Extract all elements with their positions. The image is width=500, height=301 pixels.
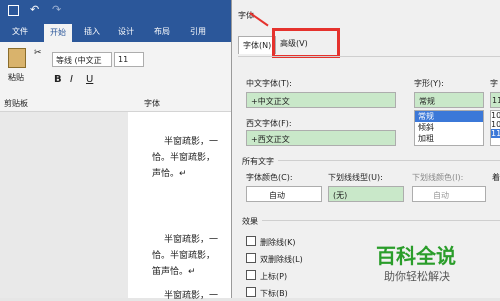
cn-font-combo[interactable]: +中文正文: [246, 92, 396, 108]
doc-line: 恰。半窗疏影，: [152, 251, 216, 261]
cut-icon[interactable]: ✂: [34, 48, 42, 58]
tab-file[interactable]: 文件: [12, 26, 28, 37]
size-label: 字: [490, 79, 498, 88]
west-font-label: 西文字体(F):: [246, 119, 292, 128]
superscript-checkbox[interactable]: [246, 270, 256, 280]
tab-insert[interactable]: 插入: [84, 26, 100, 37]
undo-icon[interactable]: ↶: [30, 3, 39, 16]
underline-icon[interactable]: U: [86, 74, 93, 85]
doc-line: 恰。半窗疏影，: [152, 153, 216, 163]
watermark-caption: 助你轻松解决: [384, 270, 450, 283]
tab-home[interactable]: 开始: [44, 24, 72, 42]
all-text-heading: 所有文字: [242, 157, 274, 166]
tab-font[interactable]: 字体(N): [238, 36, 277, 54]
effects-heading: 效果: [242, 217, 258, 226]
tab-references[interactable]: 引用: [190, 26, 206, 37]
highlight-box: [272, 28, 340, 58]
subscript-label[interactable]: 下标(B): [260, 288, 288, 299]
document-page[interactable]: 半窗疏影，一 恰。半窗疏影， 声恰。↵ 半窗疏影，一 恰。半窗疏影， 笛声恰。↵…: [128, 112, 232, 301]
font-color-combo[interactable]: 自动: [246, 186, 322, 202]
redo-icon[interactable]: ↷: [52, 3, 61, 16]
font-name-combo[interactable]: 等线 (中文正: [52, 52, 112, 67]
style-combo[interactable]: 常规: [414, 92, 484, 108]
clipboard-label: 剪贴板: [4, 99, 28, 108]
doc-line: 半窗疏影，一: [164, 137, 219, 147]
list-item[interactable]: 11: [491, 129, 500, 138]
watermark-logo: 百科全说: [376, 244, 456, 268]
style-label: 字形(Y):: [414, 79, 444, 88]
doc-line: 笛声恰。↵: [152, 267, 196, 277]
subscript-checkbox[interactable]: [246, 287, 256, 297]
strikethrough-checkbox[interactable]: [246, 236, 256, 246]
italic-icon[interactable]: I: [70, 74, 73, 85]
style-list[interactable]: 常规 倾斜 加粗: [414, 110, 484, 146]
doc-line: 半窗疏影，一: [164, 291, 219, 301]
ribbon-tabs: 文件 开始 插入 设计 布局 引用: [0, 22, 232, 42]
save-icon[interactable]: [8, 5, 19, 16]
title-bar: ↶ ↷: [0, 0, 232, 22]
underline-combo[interactable]: (无): [328, 186, 404, 202]
paste-icon[interactable]: [8, 48, 26, 68]
size-list[interactable]: 10 10 11: [490, 110, 500, 146]
double-strikethrough-checkbox[interactable]: [246, 253, 256, 263]
list-item[interactable]: 倾斜: [415, 122, 483, 133]
list-item[interactable]: 常规: [415, 111, 483, 122]
bold-icon[interactable]: B: [54, 74, 62, 85]
west-font-combo[interactable]: +西文正文: [246, 130, 396, 146]
double-strikethrough-label[interactable]: 双删除线(L): [260, 254, 303, 265]
emphasis-label: 着: [492, 173, 500, 182]
font-group-label: 字体: [144, 99, 160, 108]
size-combo[interactable]: 11: [490, 92, 500, 108]
list-item[interactable]: 10: [491, 120, 500, 129]
doc-line: 半窗疏影，一: [164, 235, 219, 245]
font-color-label: 字体颜色(C):: [246, 173, 293, 182]
cn-font-label: 中文字体(T):: [246, 79, 292, 88]
list-item[interactable]: 加粗: [415, 133, 483, 144]
tab-layout[interactable]: 布局: [154, 26, 170, 37]
superscript-label[interactable]: 上标(P): [260, 271, 287, 282]
doc-line: 声恰。↵: [152, 169, 187, 179]
underline-color-combo[interactable]: 自动: [412, 186, 486, 202]
tab-design[interactable]: 设计: [118, 26, 134, 37]
underline-color-label: 下划线颜色(I):: [412, 173, 464, 182]
paste-label[interactable]: 粘贴: [8, 72, 24, 83]
ribbon: 粘贴 剪贴板 ✂ 等线 (中文正 11 B I U 字体: [0, 42, 232, 112]
list-item[interactable]: 10: [491, 111, 500, 120]
strikethrough-label[interactable]: 删除线(K): [260, 237, 296, 248]
font-dialog: 字体 字体(N) 高级(V) 中文字体(T): +中文正文 字形(Y): 常规 …: [231, 0, 500, 298]
font-size-combo[interactable]: 11: [114, 52, 144, 67]
underline-label: 下划线线型(U):: [328, 173, 383, 182]
